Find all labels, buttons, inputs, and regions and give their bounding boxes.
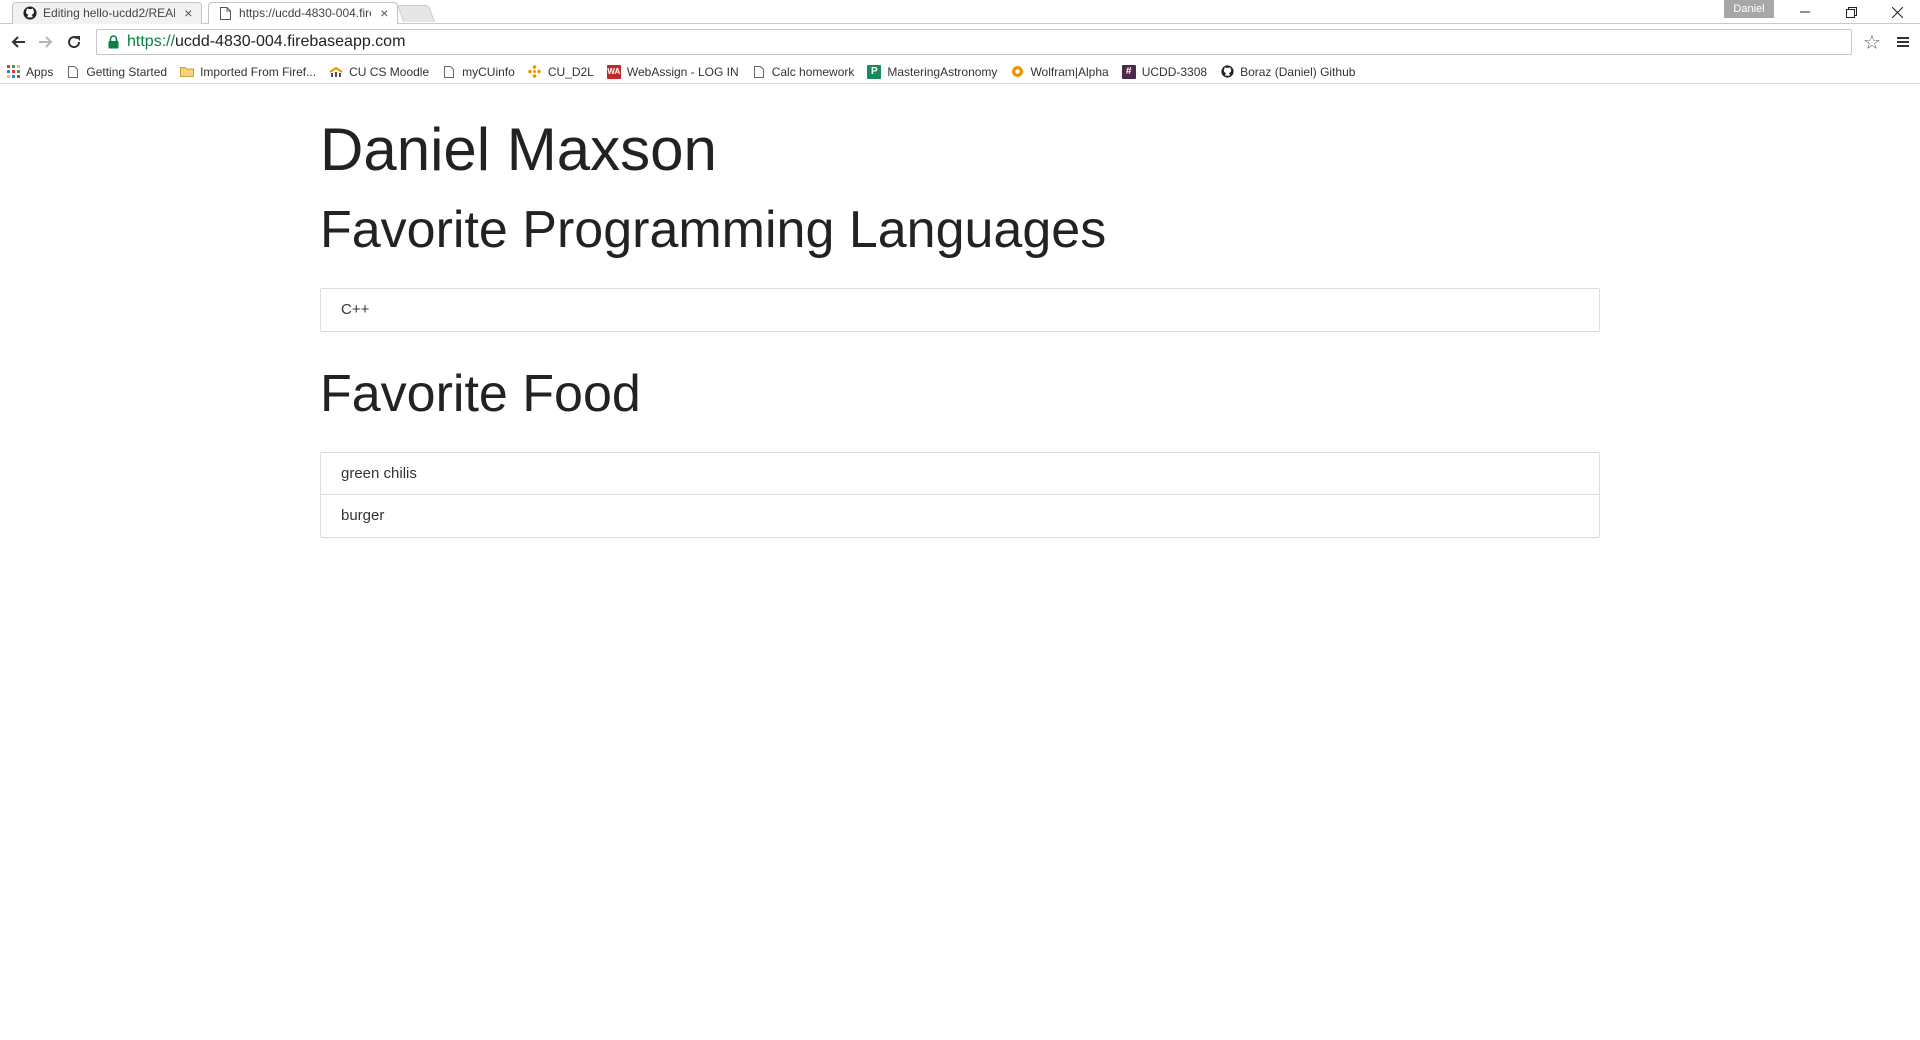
wolfram-icon bbox=[1010, 65, 1024, 79]
bookmark-label: MasteringAstronomy bbox=[887, 64, 998, 79]
close-icon[interactable]: × bbox=[183, 6, 194, 20]
bookmark-label: Boraz (Daniel) Github bbox=[1240, 64, 1356, 79]
bookmark-label: Getting Started bbox=[86, 64, 168, 79]
list-item: green chilis bbox=[321, 453, 1599, 495]
bookmark-cu-d2l[interactable]: CU_D2L bbox=[528, 65, 594, 79]
bookmark-label: myCUinfo bbox=[462, 64, 515, 79]
restore-icon[interactable] bbox=[1828, 0, 1874, 24]
menu-icon[interactable] bbox=[1890, 28, 1916, 56]
food-list: green chilis burger bbox=[320, 452, 1600, 538]
languages-heading: Favorite Programming Languages bbox=[320, 201, 1107, 259]
github-icon bbox=[22, 5, 37, 21]
page-icon bbox=[218, 5, 233, 21]
d2l-icon bbox=[528, 65, 542, 79]
folder-icon bbox=[180, 65, 195, 79]
bookmark-label: Calc homework bbox=[771, 64, 855, 79]
bookmark-getting-started[interactable]: Getting Started bbox=[66, 65, 167, 79]
url-scheme: https:// bbox=[127, 33, 176, 50]
close-icon[interactable]: × bbox=[379, 6, 390, 20]
list-item: burger bbox=[341, 507, 385, 524]
lock-icon bbox=[105, 34, 121, 50]
food-heading: Favorite Food bbox=[320, 365, 641, 423]
bookmark-boraz-github[interactable]: Boraz (Daniel) Github bbox=[1220, 65, 1355, 79]
bookmark-label: CU_D2L bbox=[547, 64, 594, 79]
page-icon bbox=[442, 65, 456, 79]
back-arrow-icon[interactable] bbox=[4, 28, 32, 56]
bookmark-ucdd-3308[interactable]: # UCDD-3308 bbox=[1121, 64, 1208, 79]
browser-toolbar: https://ucdd-4830-004.firebaseapp.com ☆ bbox=[0, 24, 1920, 60]
languages-list: C++ bbox=[320, 288, 1600, 332]
bookmark-mycuinfo[interactable]: myCUinfo bbox=[442, 65, 515, 79]
bookmark-cu-cs-moodle[interactable]: CU CS Moodle bbox=[329, 65, 429, 79]
url-host: ucdd-4830-004.firebaseapp.com bbox=[175, 33, 406, 50]
reload-icon[interactable] bbox=[60, 28, 88, 56]
bookmark-imported-from-firefox[interactable]: Imported From Firef... bbox=[180, 65, 316, 79]
bookmark-label: CU CS Moodle bbox=[349, 64, 430, 79]
slack-icon: # bbox=[1121, 64, 1136, 79]
tab-title: Editing hello-ucdd2/READ bbox=[43, 6, 175, 20]
bookmark-wolfram-alpha[interactable]: Wolfram|Alpha bbox=[1010, 64, 1109, 79]
forward-arrow-icon[interactable] bbox=[32, 28, 60, 56]
bookmark-webassign[interactable]: WA WebAssign - LOG IN bbox=[606, 64, 739, 79]
github-icon bbox=[1220, 65, 1234, 79]
profile-button[interactable]: Daniel bbox=[1724, 0, 1774, 18]
page-title: Daniel Maxson bbox=[320, 116, 717, 183]
moodle-icon bbox=[329, 65, 343, 79]
page-icon bbox=[752, 65, 766, 79]
bookmark-star-icon[interactable]: ☆ bbox=[1858, 28, 1886, 56]
minimize-icon[interactable] bbox=[1782, 0, 1828, 24]
new-tab-button[interactable] bbox=[396, 5, 436, 22]
bookmarks-bar: Apps Getting Started Imported From Firef… bbox=[0, 60, 1920, 84]
bookmark-label: Wolfram|Alpha bbox=[1030, 64, 1109, 79]
list-item: C++ bbox=[341, 301, 370, 318]
tab-firebase-app[interactable]: https://ucdd-4830-004.fire × bbox=[208, 2, 398, 24]
bookmark-mastering-astronomy[interactable]: P MasteringAstronomy bbox=[867, 64, 998, 79]
bookmark-label: Apps bbox=[26, 64, 54, 79]
apps-grid-icon bbox=[6, 65, 20, 79]
bookmark-calc-homework[interactable]: Calc homework bbox=[752, 64, 855, 79]
address-bar[interactable]: https://ucdd-4830-004.firebaseapp.com bbox=[96, 29, 1852, 55]
tab-title: https://ucdd-4830-004.fire bbox=[239, 6, 371, 20]
bookmark-apps[interactable]: Apps bbox=[6, 65, 53, 79]
page-icon bbox=[66, 65, 80, 79]
mastering-icon: P bbox=[867, 64, 882, 79]
close-window-icon[interactable] bbox=[1874, 0, 1920, 24]
bookmark-label: Imported From Firef... bbox=[200, 64, 317, 79]
browser-titlebar: Editing hello-ucdd2/READ × https://ucdd-… bbox=[0, 0, 1920, 24]
tab-editing-readme[interactable]: Editing hello-ucdd2/READ × bbox=[12, 2, 202, 24]
webassign-icon: WA bbox=[606, 64, 621, 79]
bookmark-label: WebAssign - LOG IN bbox=[626, 64, 739, 79]
bookmark-label: UCDD-3308 bbox=[1141, 64, 1208, 79]
page-content: Daniel Maxson Favorite Programming Langu… bbox=[320, 110, 1600, 568]
